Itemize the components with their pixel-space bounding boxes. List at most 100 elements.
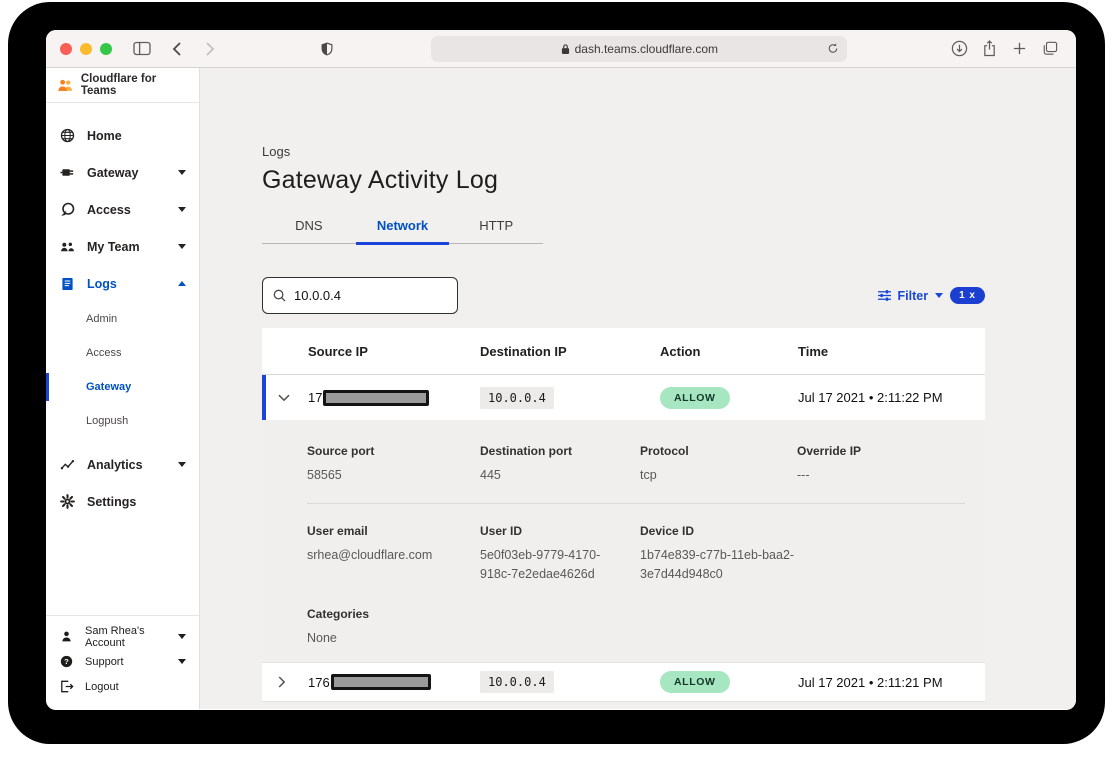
lock-icon <box>561 43 569 54</box>
column-header-destination-ip: Destination IP <box>480 343 567 359</box>
account-label: Sam Rhea's Account <box>85 624 145 649</box>
globe-icon <box>59 128 75 143</box>
detail-label-override-ip: Override IP <box>797 444 862 458</box>
filter-label: Filter <box>897 288 929 303</box>
sidebar-subitem-label: Gateway <box>86 381 132 393</box>
collapse-row-icon[interactable] <box>278 394 308 402</box>
chevron-down-icon <box>178 170 186 175</box>
detail-value-protocol: tcp <box>640 468 657 482</box>
tab-http[interactable]: HTTP <box>449 218 543 245</box>
sidebar-subitem-label: Logpush <box>86 415 129 427</box>
table-header-row: Source IP Destination IP Action Time <box>262 328 985 375</box>
sidebar-subitem-label: Admin <box>86 313 118 325</box>
destination-ip-value: 10.0.0.4 <box>480 386 554 409</box>
filter-control[interactable]: Filter 1 x <box>877 287 985 304</box>
person-icon <box>59 630 74 643</box>
logout-icon <box>59 680 74 693</box>
toolbar-right-icons <box>948 37 1062 61</box>
logs-icon <box>59 277 75 291</box>
sidebar-item-label: Access <box>87 202 131 217</box>
sidebar-toggle-icon[interactable] <box>130 37 154 61</box>
details-divider <box>307 502 965 504</box>
search-input[interactable] <box>294 288 434 303</box>
detail-label-protocol: Protocol <box>640 444 689 458</box>
table-row[interactable]: 176 10.0.0.4 ALLOW Jul 17 2021 • 2:11:21… <box>262 662 985 702</box>
brand-label: Cloudflare for Teams <box>80 73 157 97</box>
sidebar-item-my-team[interactable]: My Team <box>46 228 199 265</box>
column-header-action: Action <box>660 343 701 359</box>
tab-network[interactable]: Network <box>355 218 450 245</box>
downloads-icon[interactable] <box>948 37 972 61</box>
sidebar-item-access[interactable]: Access <box>46 191 199 228</box>
logout-button[interactable]: Logout <box>59 674 186 699</box>
search-icon <box>273 289 286 302</box>
access-icon <box>59 202 75 217</box>
action-badge: ALLOW <box>660 386 730 409</box>
back-icon[interactable] <box>164 37 188 61</box>
table-row[interactable]: 17 10.0.0.4 ALLOW Jul 17 2021 • 2:11:22 … <box>262 375 985 420</box>
chevron-up-icon <box>178 281 186 286</box>
support-menu[interactable]: ? Support <box>59 649 186 674</box>
tab-dns[interactable]: DNS <box>262 218 356 245</box>
sidebar-subitem-access[interactable]: Access <box>46 336 199 370</box>
analytics-icon <box>59 458 75 471</box>
gateway-icon <box>59 165 75 180</box>
activity-log-table: Source IP Destination IP Action Time 17 … <box>262 328 985 702</box>
sidebar-subitem-gateway[interactable]: Gateway <box>46 370 199 404</box>
detail-value-override-ip: --- <box>797 468 810 482</box>
chevron-down-icon <box>178 659 186 664</box>
close-window-button[interactable] <box>60 42 72 55</box>
detail-label-device-id: Device ID <box>640 523 695 538</box>
account-menu[interactable]: Sam Rhea's Account <box>59 624 186 649</box>
window-controls <box>60 42 112 55</box>
filter-count-badge[interactable]: 1 x <box>950 287 985 304</box>
chevron-down-icon <box>178 634 186 639</box>
url-text: dash.teams.cloudflare.com <box>574 41 719 56</box>
address-bar[interactable]: dash.teams.cloudflare.com <box>431 35 848 62</box>
breadcrumb: Logs <box>262 144 291 159</box>
sidebar-subitem-logpush[interactable]: Logpush <box>46 404 199 438</box>
detail-label-user-email: User email <box>307 523 368 538</box>
sidebar-item-analytics[interactable]: Analytics <box>46 446 199 483</box>
detail-label-categories: Categories <box>307 607 370 622</box>
share-icon[interactable] <box>978 37 1002 61</box>
sidebar-item-home[interactable]: Home <box>46 117 199 154</box>
detail-value-categories: None <box>307 631 337 646</box>
main-content: Logs Gateway Activity Log DNS Network HT… <box>200 68 1076 709</box>
sidebar-item-label: Analytics <box>87 457 143 472</box>
sidebar-item-logs[interactable]: Logs <box>46 265 199 302</box>
detail-label-destination-port: Destination port <box>480 444 572 458</box>
time-value: Jul 17 2021 • 2:11:22 PM <box>798 390 943 405</box>
brand[interactable]: Cloudflare for Teams <box>46 68 199 103</box>
time-value: Jul 17 2021 • 2:11:21 PM <box>798 674 943 690</box>
new-tab-icon[interactable] <box>1008 37 1032 61</box>
cloudflare-teams-logo-icon <box>58 79 73 91</box>
chevron-down-icon <box>178 207 186 212</box>
chevron-down-icon <box>178 244 186 249</box>
detail-value-source-port: 58565 <box>307 468 342 482</box>
browser-toolbar: dash.teams.cloudflare.com <box>46 30 1076 68</box>
redaction-box <box>330 674 431 690</box>
browser-window: dash.teams.cloudflare.com Cloudflare for… <box>46 30 1076 710</box>
row-details-panel: Source port 58565 Destination port 445 P… <box>262 420 985 662</box>
minimize-window-button[interactable] <box>80 42 92 55</box>
zoom-window-button[interactable] <box>100 42 112 55</box>
sidebar-item-settings[interactable]: Settings <box>46 483 199 520</box>
detail-value-user-id: 5e0f03eb-9779-4170-918c-7e2edae4626d <box>480 547 601 581</box>
settings-icon <box>59 494 75 509</box>
search-box[interactable] <box>262 277 458 314</box>
sidebar-subitem-admin[interactable]: Admin <box>46 302 199 336</box>
sidebar-item-label: Logs <box>87 276 117 291</box>
sidebar-item-label: Gateway <box>87 165 139 180</box>
tab-overview-icon[interactable] <box>1038 37 1062 61</box>
sidebar-item-label: My Team <box>87 239 140 254</box>
detail-label-source-port: Source port <box>307 444 375 458</box>
privacy-shield-icon[interactable] <box>315 37 339 61</box>
sidebar-item-label: Settings <box>87 494 137 509</box>
reload-icon[interactable] <box>827 42 839 55</box>
expand-row-icon[interactable] <box>278 676 308 688</box>
column-header-time: Time <box>798 343 829 359</box>
sidebar-item-gateway[interactable]: Gateway <box>46 154 199 191</box>
sidebar-footer: Sam Rhea's Account ? Support Logout <box>46 615 199 709</box>
forward-icon[interactable] <box>198 37 222 61</box>
